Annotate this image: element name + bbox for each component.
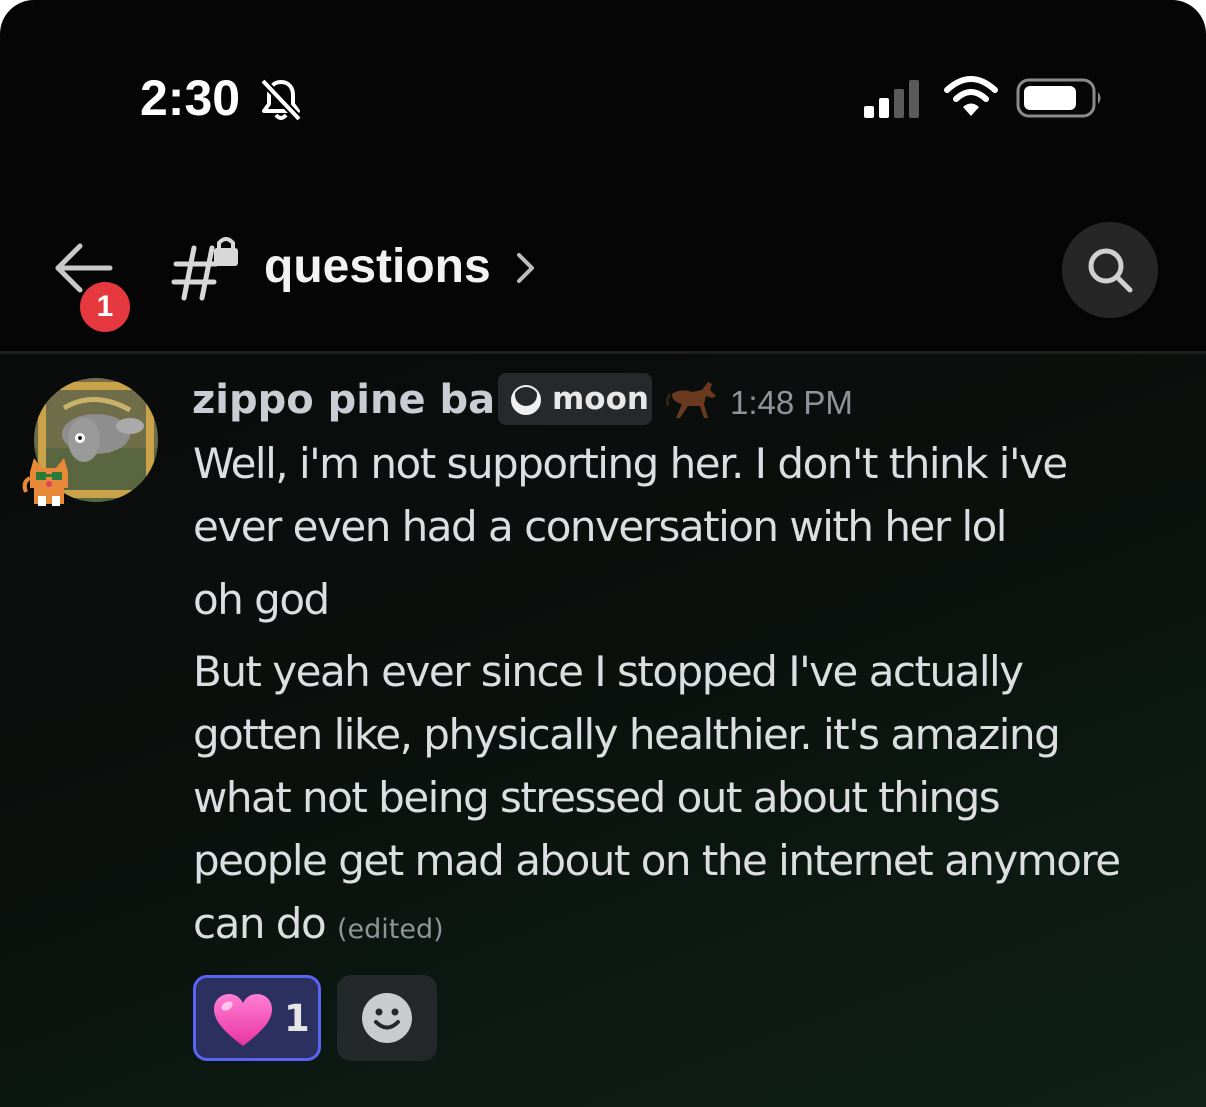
message-line: But yeah ever since I stopped I've actua… (193, 647, 1024, 696)
author-name[interactable]: zippo pine bar (192, 372, 515, 428)
message-line: Well, i'm not supporting her. I don't th… (193, 439, 1068, 488)
cat-decoration-icon (22, 458, 68, 506)
unread-badge: 1 (80, 282, 130, 332)
bell-muted-icon (260, 78, 302, 122)
message-line: people get mad about on the internet any… (193, 836, 1121, 885)
message-line: what not being stressed out about things (193, 773, 1001, 822)
reaction-heart[interactable]: 1 (193, 975, 321, 1061)
smiley-icon (362, 993, 412, 1043)
pink-heart-icon (214, 994, 272, 1046)
message-line: gotten like, physically healthier. it's … (193, 710, 1061, 759)
search-icon (1088, 248, 1133, 293)
status-time: 2:30 (140, 70, 241, 126)
wifi-icon (944, 76, 998, 116)
server-tag[interactable]: moon (498, 373, 652, 425)
edited-label: (edited) (337, 914, 444, 945)
server-tag-label: moon (552, 381, 649, 417)
chevron-right-icon[interactable] (512, 250, 538, 286)
cellular-signal-icon (864, 80, 919, 118)
app-screen: 2:30 1 questions zippo pine bar moon 1:4… (0, 0, 1206, 1107)
message-last-line: can do (edited) (193, 892, 444, 961)
message-line: oh god (193, 575, 330, 624)
search-button[interactable] (1062, 222, 1158, 318)
add-reaction-button[interactable] (337, 975, 437, 1061)
message-line: can do (193, 899, 327, 948)
locked-channel-icon (171, 237, 238, 301)
battery-icon (1016, 78, 1101, 118)
message-timestamp: 1:48 PM (730, 384, 853, 421)
moon-icon (511, 384, 541, 415)
horse-icon (666, 382, 716, 418)
message-line: ever even had a conversation with her lo… (193, 502, 1007, 551)
reaction-count: 1 (284, 997, 310, 1040)
channel-title[interactable]: questions (264, 236, 491, 298)
